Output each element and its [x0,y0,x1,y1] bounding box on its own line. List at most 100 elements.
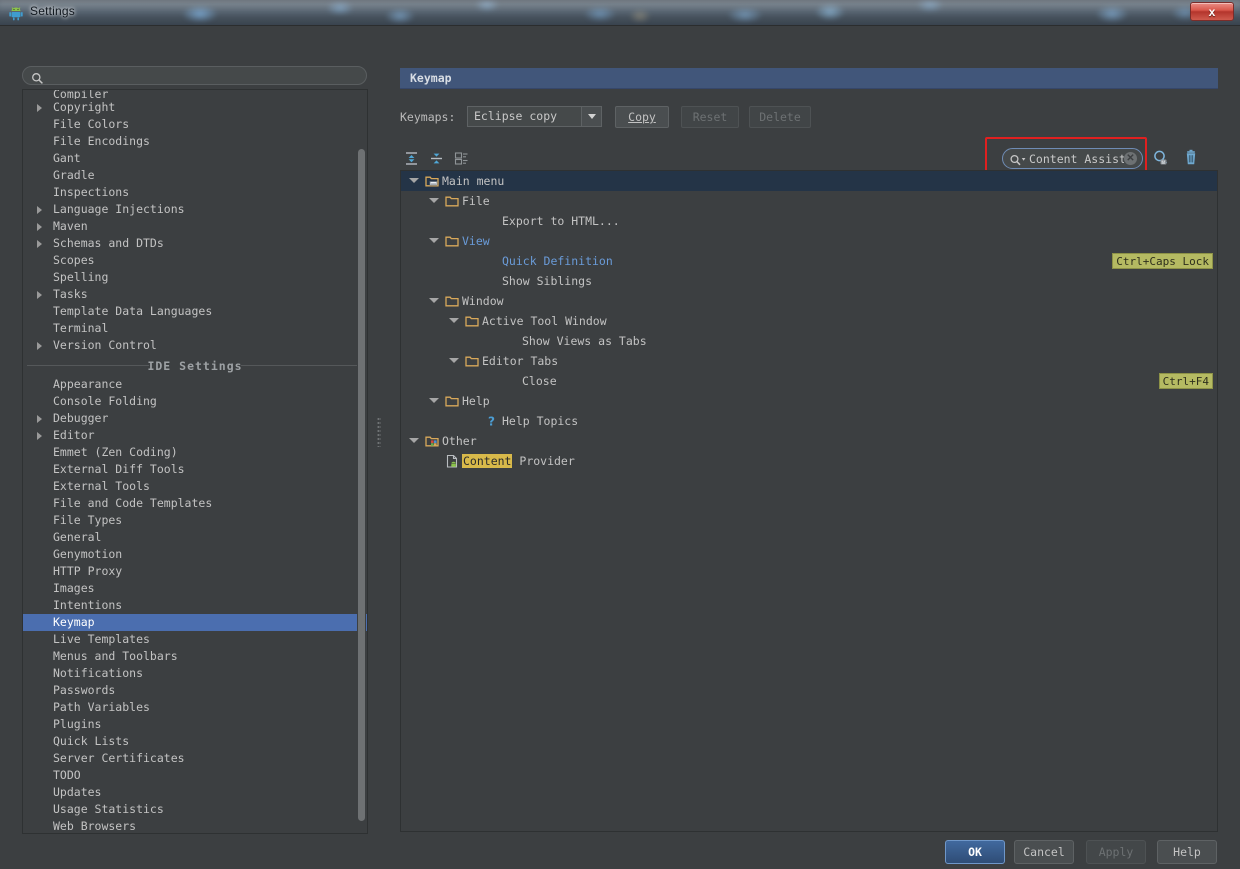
sidebar-item-notifications[interactable]: Notifications [23,665,367,682]
expand-arrow-icon[interactable] [37,104,42,112]
expand-arrow-icon[interactable] [37,223,42,231]
sidebar-item-spelling[interactable]: Spelling [23,269,367,286]
sidebar-item-file-colors[interactable]: File Colors [23,116,367,133]
sidebar-item-updates[interactable]: Updates [23,784,367,801]
sidebar-item-menus-and-toolbars[interactable]: Menus and Toolbars [23,648,367,665]
clear-icon[interactable]: ✕ [1124,152,1137,165]
collapse-arrow-icon[interactable] [409,438,419,443]
collapse-arrow-icon[interactable] [429,198,439,203]
keymap-actions-tree[interactable]: Main menu File Export to HTML... View Quick … [400,170,1218,832]
collapse-arrow-icon[interactable] [449,358,459,363]
sidebar-item-editor[interactable]: Editor [23,427,367,444]
close-button[interactable]: x [1190,2,1234,21]
sidebar-item-language-injections[interactable]: Language Injections [23,201,367,218]
sidebar-item-http-proxy[interactable]: HTTP Proxy [23,563,367,580]
expand-arrow-icon[interactable] [37,240,42,248]
action-tree-row[interactable]: Main menu [401,171,1217,191]
sidebar-item-intentions[interactable]: Intentions [23,597,367,614]
sidebar-item-template-data-languages[interactable]: Template Data Languages [23,303,367,320]
keymap-select[interactable]: Eclipse copy [467,106,602,127]
collapse-arrow-icon[interactable] [429,238,439,243]
action-tree-row[interactable]: Export to HTML... [401,211,1217,231]
sidebar-scrollbar[interactable] [357,91,366,833]
ok-button[interactable]: OK [945,840,1005,864]
action-tree-row[interactable]: View [401,231,1217,251]
action-tree-row[interactable]: Quick Definition Ctrl+Caps Lock [401,251,1217,271]
sidebar-item-keymap[interactable]: Keymap [23,614,367,631]
action-tree-row[interactable]: Close Ctrl+F4 [401,371,1217,391]
settings-tree[interactable]: Compiler Copyright File Colors File Encodin… [22,89,368,834]
action-tree-row[interactable]: Window [401,291,1217,311]
apply-button[interactable]: Apply [1086,840,1146,864]
expand-arrow-icon[interactable] [37,342,42,350]
sidebar-item-live-templates[interactable]: Live Templates [23,631,367,648]
delete-button[interactable]: Delete [749,106,811,128]
search-input[interactable] [49,68,359,83]
pane-splitter[interactable] [374,34,384,812]
action-tree-row[interactable]: Content Provider [401,451,1217,471]
sidebar-item-external-tools[interactable]: External Tools [23,478,367,495]
expand-arrow-icon[interactable] [37,432,42,440]
find-by-shortcut-icon[interactable] [1151,148,1171,168]
expand-arrow-icon[interactable] [37,206,42,214]
sidebar-item-gant[interactable]: Gant [23,150,367,167]
sidebar-item-terminal[interactable]: Terminal [23,320,367,337]
action-tree-row[interactable]: Help [401,391,1217,411]
sidebar-item-todo[interactable]: TODO [23,767,367,784]
action-tree-row[interactable]: Show Views as Tabs [401,331,1217,351]
sidebar-item-version-control[interactable]: Version Control [23,337,367,354]
sidebar-item-appearance[interactable]: Appearance [23,376,367,393]
sidebar-item-debugger[interactable]: Debugger [23,410,367,427]
action-tree-row[interactable]: Show Siblings [401,271,1217,291]
action-filter-input[interactable]: Content Assist ✕ [1002,148,1143,169]
collapse-arrow-icon[interactable] [449,318,459,323]
sidebar-item-maven[interactable]: Maven [23,218,367,235]
trash-icon[interactable] [1181,148,1201,168]
splitter-grip[interactable] [377,417,381,447]
collapse-arrow-icon[interactable] [429,398,439,403]
collapse-all-icon[interactable] [425,147,447,169]
sidebar-item-emmet-zen-coding[interactable]: Emmet (Zen Coding) [23,444,367,461]
action-tree-row[interactable]: ? Help Topics [401,411,1217,431]
reset-button[interactable]: Reset [681,106,739,128]
action-tree-row[interactable]: File [401,191,1217,211]
settings-search-box[interactable] [22,66,367,85]
sidebar-scrollbar-thumb[interactable] [358,149,365,821]
action-tree-row[interactable]: Other [401,431,1217,451]
copy-button[interactable]: Copy [615,106,669,128]
sidebar-item-usage-statistics[interactable]: Usage Statistics [23,801,367,818]
help-button[interactable]: Help [1157,840,1217,864]
sidebar-item-file-types[interactable]: File Types [23,512,367,529]
edit-shortcut-icon[interactable] [450,147,472,169]
sidebar-item-general[interactable]: General [23,529,367,546]
sidebar-item-server-certificates[interactable]: Server Certificates [23,750,367,767]
sidebar-item-gradle[interactable]: Gradle [23,167,367,184]
sidebar-item-file-encodings[interactable]: File Encodings [23,133,367,150]
sidebar-item-path-variables[interactable]: Path Variables [23,699,367,716]
sidebar-item-tasks[interactable]: Tasks [23,286,367,303]
sidebar-item-file-and-code-templates[interactable]: File and Code Templates [23,495,367,512]
expand-arrow-icon[interactable] [37,415,42,423]
sidebar-item-scopes[interactable]: Scopes [23,252,367,269]
sidebar-item-copyright[interactable]: Copyright [23,99,367,116]
sidebar-item-plugins[interactable]: Plugins [23,716,367,733]
sidebar-item-images[interactable]: Images [23,580,367,597]
search-icon[interactable] [1009,152,1029,166]
expand-all-icon[interactable] [400,147,422,169]
collapse-arrow-icon[interactable] [409,178,419,183]
action-label: Show Siblings [502,274,593,288]
chevron-down-icon[interactable] [581,107,601,126]
sidebar-item-genymotion[interactable]: Genymotion [23,546,367,563]
sidebar-item-external-diff-tools[interactable]: External Diff Tools [23,461,367,478]
sidebar-item-quick-lists[interactable]: Quick Lists [23,733,367,750]
expand-arrow-icon[interactable] [37,291,42,299]
sidebar-item-console-folding[interactable]: Console Folding [23,393,367,410]
action-tree-row[interactable]: Editor Tabs [401,351,1217,371]
action-tree-row[interactable]: Active Tool Window [401,311,1217,331]
collapse-arrow-icon[interactable] [429,298,439,303]
sidebar-item-passwords[interactable]: Passwords [23,682,367,699]
sidebar-item-inspections[interactable]: Inspections [23,184,367,201]
sidebar-item-schemas-and-dtds[interactable]: Schemas and DTDs [23,235,367,252]
sidebar-item-compiler[interactable]: Compiler [23,90,367,99]
cancel-button[interactable]: Cancel [1014,840,1074,864]
